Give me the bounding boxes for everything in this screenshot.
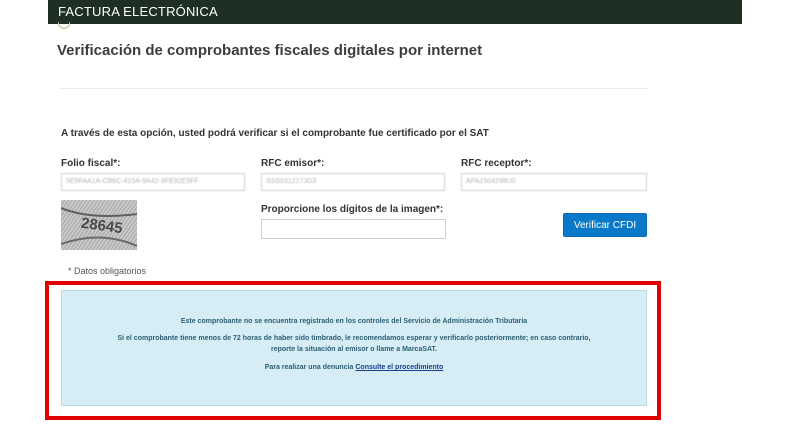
- divider: [60, 88, 648, 89]
- logo: [58, 22, 70, 29]
- header-title: FACTURA ELECTRÓNICA: [58, 4, 218, 19]
- rfc-emisor-label: RFC emisor*:: [261, 158, 325, 169]
- required-note: * Datos obligatorios: [68, 266, 147, 276]
- alert-line-1: Este comprobante no se encuentra registr…: [180, 318, 528, 325]
- page-title: Verificación de comprobantes fiscales di…: [57, 42, 483, 59]
- rfc-receptor-label: RFC receptor*:: [461, 158, 532, 169]
- alert-line-4-prefix: Para realizar una denuncia: [264, 364, 356, 371]
- folio-label: Folio fiscal*:: [61, 158, 121, 169]
- alert-line-3: reporte la situación al emisor o llame a…: [271, 346, 437, 353]
- verify-cfdi-button[interactable]: Verificar CFDI: [563, 213, 647, 237]
- header-bar: FACTURA ELECTRÓNICA: [48, 0, 742, 24]
- alert-box: Este comprobante no se encuentra registr…: [61, 290, 647, 406]
- captcha-noise-icon: 28645: [61, 200, 137, 250]
- captcha-input[interactable]: [261, 219, 446, 239]
- folio-input[interactable]: 5E9FAA1A-CB6C-415A-9A42-9FE92E5FF: [61, 173, 245, 191]
- captcha-image: 28645: [61, 200, 137, 250]
- alert-line-4: Para realizar una denuncia Consulte el p…: [62, 364, 646, 371]
- procedure-link[interactable]: Consulte el procedimiento: [355, 364, 443, 371]
- rfc-emisor-input[interactable]: SSS031217JG3: [261, 173, 445, 191]
- alert-line-2: Si el comprobante tiene menos de 72 hora…: [117, 335, 591, 342]
- captcha-label: Proporcione los dígitos de la imagen*:: [261, 204, 444, 215]
- rfc-receptor-input[interactable]: APA1504298U0: [461, 173, 647, 191]
- intro-text: A través de esta opción, usted podrá ver…: [61, 128, 489, 139]
